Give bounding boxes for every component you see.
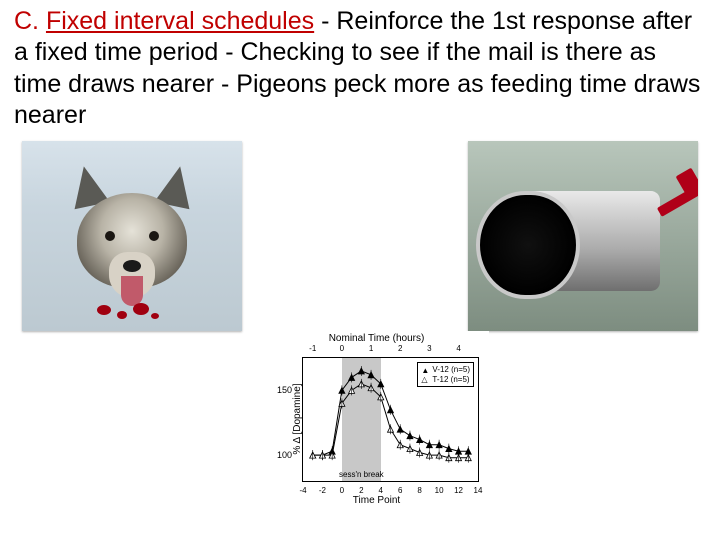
heading-lead-term: Fixed interval schedules — [46, 7, 314, 35]
image-row: Nominal Time (hours) % Δ [Dopamine] Time… — [14, 141, 706, 521]
legend-row: △ T-12 (n=5) — [421, 375, 470, 385]
mailbox-image — [468, 141, 698, 331]
chart-top-axis-label: Nominal Time (hours) — [264, 333, 489, 344]
legend-marker-icon: ▲ — [421, 366, 429, 374]
heading-lead-letter: C. — [14, 7, 39, 35]
heading-text: C. Fixed interval schedules - Reinforce … — [14, 6, 706, 131]
chart-x-axis-label: Time Point — [264, 495, 489, 506]
legend-marker-icon: △ — [421, 375, 429, 383]
legend-row: ▲ V-12 (n=5) — [421, 365, 470, 375]
chart-session-break-label: sess'n break — [339, 470, 384, 479]
slide: C. Fixed interval schedules - Reinforce … — [0, 0, 720, 540]
mailbox-illustration — [480, 181, 680, 311]
legend-label: V-12 (n=5) — [432, 365, 470, 375]
legend-label: T-12 (n=5) — [432, 375, 469, 385]
chart-plot-area: ▲ V-12 (n=5) △ T-12 (n=5) sess'n break 1… — [302, 357, 479, 482]
dopamine-chart: Nominal Time (hours) % Δ [Dopamine] Time… — [264, 331, 489, 506]
chart-legend: ▲ V-12 (n=5) △ T-12 (n=5) — [417, 362, 474, 387]
wolf-image — [22, 141, 242, 331]
wolf-illustration — [52, 171, 212, 321]
